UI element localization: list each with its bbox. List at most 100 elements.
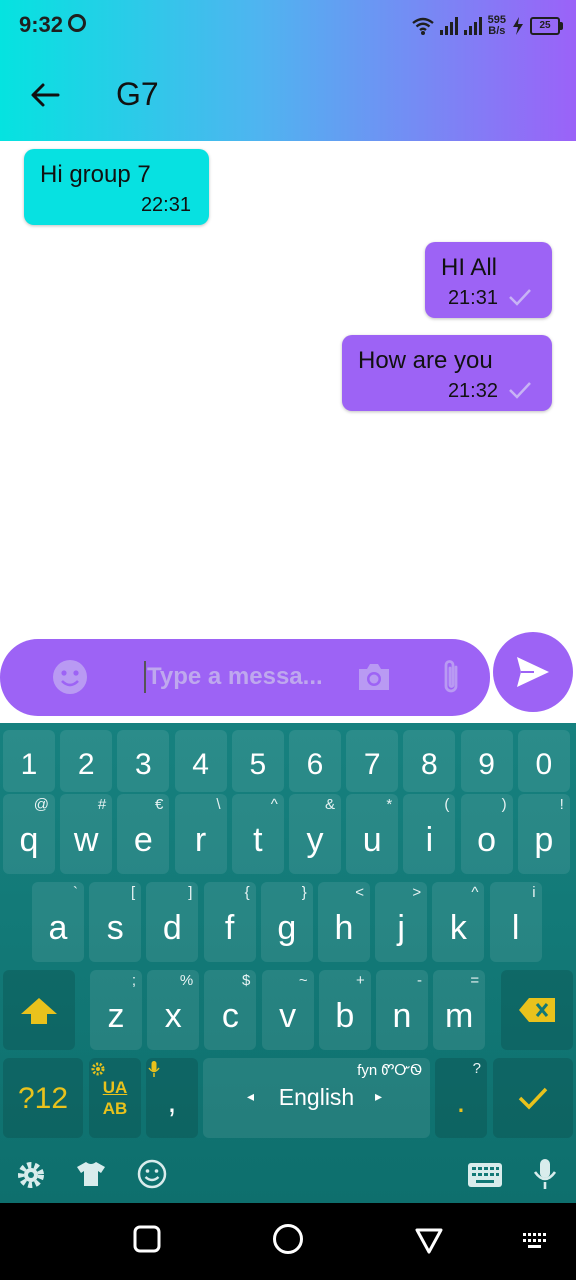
key-f-alt: { [244,884,250,901]
key-o[interactable]: ) o [460,794,513,874]
key-n[interactable]: -n [376,970,428,1050]
key-w[interactable]: # w [60,794,113,874]
key-l-alt: i [532,884,536,901]
message-text: Hi group 7 [40,161,151,188]
key-h[interactable]: < h [318,882,370,962]
key-b-alt: + [356,972,365,989]
key-z-label: z [107,997,125,1035]
key-2-label: 2 [77,748,95,781]
settings-icon[interactable] [16,1160,46,1190]
back-triangle-icon[interactable] [414,1227,444,1255]
key-5[interactable]: 5 [231,730,284,792]
message-bubble-outgoing[interactable]: How are you 21:32 [342,335,552,411]
check-icon [518,1087,548,1110]
layout-switch-key[interactable]: UA AB [89,1058,141,1138]
key-j[interactable]: > j [375,882,428,962]
back-arrow-icon[interactable] [28,78,62,112]
key-a[interactable]: ` a [32,882,84,962]
battery-icon: 25 [530,17,563,35]
key-n-label: n [392,997,412,1035]
key-r[interactable]: \ r [174,794,227,874]
key-9[interactable]: 9 [460,730,513,792]
camera-icon[interactable] [356,661,392,693]
key-f-label: f [224,909,235,947]
key-q[interactable]: @ q [3,794,55,874]
key-i-label: i [425,821,434,859]
key-f[interactable]: {f [203,882,256,962]
keyboard-hide-icon[interactable] [521,1231,549,1251]
key-g[interactable]: } g [260,882,313,962]
symbols-key[interactable]: ?12 [3,1058,83,1138]
key-g-label: g [277,909,297,947]
key-6[interactable]: 6 [289,730,341,792]
message-bubble-incoming[interactable]: Hi group 7 22:31 [24,149,209,225]
key-s[interactable]: [s [89,882,142,962]
key-d[interactable]: ] d [146,882,199,962]
key-8[interactable]: 8 [403,730,456,792]
message-time: 21:32 [447,380,498,402]
comma-key[interactable]: , [146,1058,198,1138]
key-n-alt: - [417,972,422,989]
recents-icon[interactable] [133,1225,161,1253]
mic-small-icon [148,1061,160,1077]
key-r-alt: \ [216,796,221,813]
key-1-label: 1 [20,748,38,781]
key-w-label: w [73,821,99,859]
status-time: 9:32 [19,12,64,37]
key-p[interactable]: ! p [517,794,570,874]
key-x[interactable]: % x [147,970,200,1050]
key-c[interactable]: $ c [204,970,257,1050]
send-button[interactable] [493,632,573,712]
period-key[interactable]: ? . [435,1058,487,1138]
key-d-label: d [162,909,182,947]
enter-key[interactable] [493,1058,573,1138]
key-1[interactable]: 1 [3,730,55,792]
emoji-keyboard-icon[interactable] [137,1159,167,1189]
key-e[interactable]: € e [117,794,170,874]
shift-key[interactable] [3,970,75,1050]
backspace-key[interactable] [501,970,573,1050]
key-w-alt: # [97,796,107,813]
wifi-icon [411,17,434,35]
status-right-group: 595 B/s 25 [411,12,563,40]
key-0[interactable]: 0 [517,730,570,792]
key-4[interactable]: 4 [174,730,227,792]
key-v-label: v [279,997,297,1035]
key-y[interactable]: & y [289,794,341,874]
key-i[interactable]: (i [403,794,456,874]
sync-icon [68,14,86,32]
key-8-label: 8 [421,748,438,781]
key-e-alt: € [155,796,164,813]
key-h-label: h [334,909,354,947]
key-z[interactable]: ; z [90,970,142,1050]
mic-icon[interactable] [533,1158,557,1190]
key-7[interactable]: 7 [346,730,399,792]
key-k[interactable]: ^ k [432,882,485,962]
key-l[interactable]: il [489,882,542,962]
signal-1-icon [439,17,458,35]
attach-icon[interactable] [436,657,466,697]
chat-title: G7 [116,76,159,112]
key-u[interactable]: * u [346,794,399,874]
emoji-icon[interactable] [52,659,88,695]
key-3[interactable]: 3 [117,730,170,792]
home-icon[interactable] [272,1223,304,1255]
sent-check-icon [509,289,531,306]
message-input[interactable]: Type a messa... [147,663,337,691]
keyboard-icon[interactable] [467,1162,503,1188]
theme-shirt-icon[interactable] [76,1161,106,1187]
key-t[interactable]: ^ t [231,794,284,874]
key-c-alt: $ [242,972,251,989]
key-j-label: j [397,909,405,947]
key-b[interactable]: + b [318,970,371,1050]
settings-small-icon [91,1062,105,1076]
space-key[interactable]: fyn ᏛᏅᏫ ◂ English ▸ [203,1058,430,1138]
period-key-label: . [456,1083,466,1119]
layout-key-bottom: AB [102,1099,128,1118]
key-m[interactable]: = m [433,970,486,1050]
key-2[interactable]: 2 [60,730,113,792]
key-v[interactable]: ~ v [261,970,314,1050]
message-bubble-outgoing[interactable]: HI All 21:31 [425,242,552,318]
key-k-label: k [449,909,467,947]
key-k-alt: ^ [471,884,479,901]
